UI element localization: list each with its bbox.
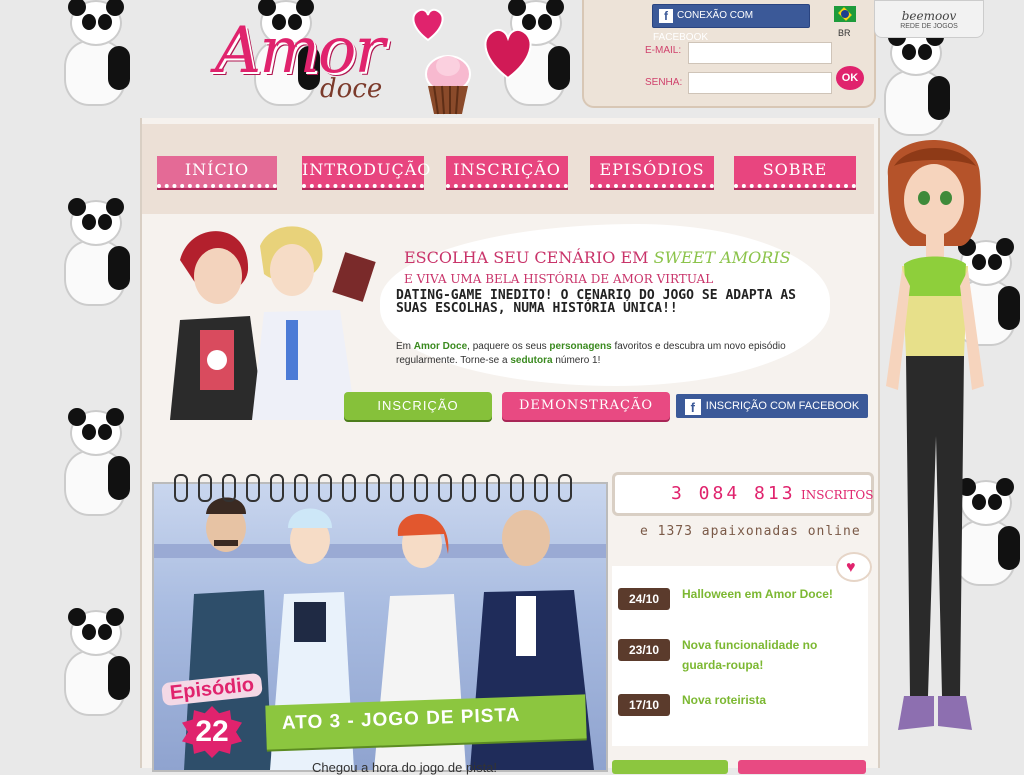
nav-inicio[interactable]: INÍCIO <box>157 156 277 188</box>
email-field[interactable] <box>688 42 832 64</box>
hero-description: Em Amor Doce, paquere os seus personagen… <box>396 340 798 368</box>
news-date: 17/10 <box>618 694 670 716</box>
hero-characters-illustration <box>170 226 376 420</box>
episode-title: ATO 3 - JOGO DE PISTA <box>281 704 521 735</box>
news-date: 24/10 <box>618 588 670 610</box>
password-label: SENHA: <box>645 77 683 88</box>
signup-button[interactable]: INSCRIÇÃO <box>344 392 492 420</box>
hero-title-highlight: SWEET AMORIS <box>653 248 791 267</box>
site-logo[interactable]: Amor doce <box>215 10 405 110</box>
login-ok-button[interactable]: OK <box>836 66 864 90</box>
hero-tagline: DATING-GAME INEDITO! O CENARIO DO JOGO S… <box>396 288 796 316</box>
heart-icon <box>484 28 532 80</box>
registrations-label: INSCRITOS <box>801 488 874 502</box>
brazil-flag-icon[interactable] <box>834 6 856 22</box>
news-item-link[interactable]: Halloween em Amor Doce! <box>682 584 864 604</box>
news-item-link[interactable]: Nova roteirista <box>682 690 864 710</box>
hero-subtitle: E VIVA UMA BELA HISTÓRIA DE AMOR VIRTUAL <box>404 272 714 286</box>
password-field[interactable] <box>688 72 832 94</box>
network-logo-text: beemoov <box>901 9 957 23</box>
hero-title-prefix: ESCOLHA SEU CENÁRIO EM <box>404 248 649 267</box>
nav-episodios[interactable]: EPISÓDIOS <box>590 156 714 188</box>
email-label: E-MAIL: <box>645 45 682 56</box>
characters-link[interactable]: personagens <box>549 341 611 352</box>
logo-sub-text: doce <box>320 74 383 104</box>
nav-introducao[interactable]: INTRODUÇÃO <box>302 156 430 188</box>
registrations-counter: 3 084 813 INSCRITOS <box>612 472 874 516</box>
panda-decoration <box>880 28 950 140</box>
cupcake-icon <box>425 55 471 115</box>
online-count: e 1373 apaixonadas online <box>640 524 861 539</box>
panda-decoration <box>60 0 130 110</box>
signup-button-small[interactable] <box>612 760 728 774</box>
news-heart-icon: ♥ <box>836 552 872 582</box>
character-illustration <box>886 139 984 730</box>
heart-icon <box>412 8 444 42</box>
nav-sobre[interactable]: SOBRE <box>734 156 856 188</box>
locale-label: BR <box>838 28 851 38</box>
episode-badge: Episódio 22 <box>158 672 266 764</box>
registrations-count: 3 084 813 <box>671 483 796 504</box>
episode-number: 22 <box>182 706 242 758</box>
hero-title: ESCOLHA SEU CENÁRIO EM SWEET AMORIS <box>404 248 791 267</box>
network-label: REDE DE JOGOS <box>900 23 958 30</box>
news-item-link[interactable]: Nova funcionalidade no guarda-roupa! <box>682 635 864 675</box>
demo-button-small[interactable] <box>738 760 866 774</box>
facebook-connect-button[interactable]: f CONEXÃO COM FACEBOOK <box>652 4 810 43</box>
hero-desc-text: , paquere os seus <box>467 341 547 352</box>
panda-decoration <box>60 198 130 310</box>
facebook-icon: f <box>684 399 701 415</box>
demo-button[interactable]: DEMONSTRAÇÃO <box>502 392 670 420</box>
facebook-icon: f <box>659 9 673 23</box>
news-date: 23/10 <box>618 639 670 661</box>
hero-desc-text: número 1! <box>555 355 601 366</box>
role-highlight: sedutora <box>510 355 553 366</box>
hero-desc-text: Em <box>396 341 411 352</box>
notebook-rings <box>152 474 604 502</box>
facebook-signup-label: INSCRIÇÃO COM FACEBOOK <box>705 400 860 412</box>
panda-decoration <box>60 608 130 720</box>
panda-decoration <box>60 408 130 520</box>
beemoov-network-logo[interactable]: beemoov REDE DE JOGOS <box>874 0 984 38</box>
episode-label: Episódio <box>161 672 263 707</box>
facebook-signup-button[interactable]: f INSCRIÇÃO COM FACEBOOK <box>676 394 868 418</box>
brand-link[interactable]: Amor Doce <box>414 341 467 352</box>
nav-inscricao[interactable]: INSCRIÇÃO <box>446 156 568 188</box>
